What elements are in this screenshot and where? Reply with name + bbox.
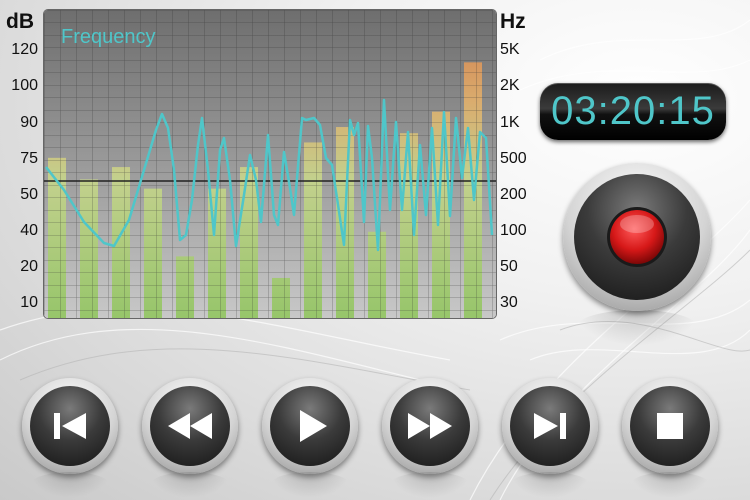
stop-button[interactable] xyxy=(622,378,718,474)
fast-forward-button[interactable] xyxy=(382,378,478,474)
record-icon xyxy=(607,207,667,267)
db-tick: 90 xyxy=(20,114,38,131)
skip-forward-icon xyxy=(534,413,566,439)
hz-tick: 500 xyxy=(500,150,527,167)
db-tick: 40 xyxy=(20,222,38,239)
skip-forward-button-face xyxy=(510,386,590,466)
fast-forward-icon xyxy=(408,413,452,439)
hz-tick: 1K xyxy=(500,114,520,131)
frequency-label: Frequency xyxy=(61,26,156,48)
rewind-button[interactable] xyxy=(142,378,238,474)
db-tick: 120 xyxy=(11,41,38,58)
skip-back-button[interactable] xyxy=(22,378,118,474)
db-tick: 10 xyxy=(20,294,38,311)
hz-tick: 30 xyxy=(500,294,518,311)
record-button[interactable] xyxy=(563,163,711,311)
hz-tick: 5K xyxy=(500,41,520,58)
play-button[interactable] xyxy=(262,378,358,474)
db-tick: 50 xyxy=(20,186,38,203)
stop-button-face xyxy=(630,386,710,466)
db-tick: 100 xyxy=(11,77,38,94)
rewind-button-face xyxy=(150,386,230,466)
play-button-face xyxy=(270,386,350,466)
hz-tick: 100 xyxy=(500,222,527,239)
skip-back-icon xyxy=(54,413,86,439)
db-axis-title: dB xyxy=(6,10,34,33)
db-tick: 20 xyxy=(20,258,38,275)
frequency-display: Frequency xyxy=(44,10,496,318)
play-icon xyxy=(300,410,327,442)
stop-icon xyxy=(657,413,683,439)
db-tick: 75 xyxy=(20,150,38,167)
skip-back-button-face xyxy=(30,386,110,466)
hz-tick: 200 xyxy=(500,186,527,203)
skip-forward-button[interactable] xyxy=(502,378,598,474)
fast-forward-button-face xyxy=(390,386,470,466)
rewind-icon xyxy=(168,413,212,439)
hz-tick: 2K xyxy=(500,77,520,94)
hz-axis-title: Hz xyxy=(500,10,526,33)
hz-tick: 50 xyxy=(500,258,518,275)
elapsed-time-display: 03:20:15 xyxy=(540,83,726,140)
record-button-face xyxy=(574,174,700,300)
